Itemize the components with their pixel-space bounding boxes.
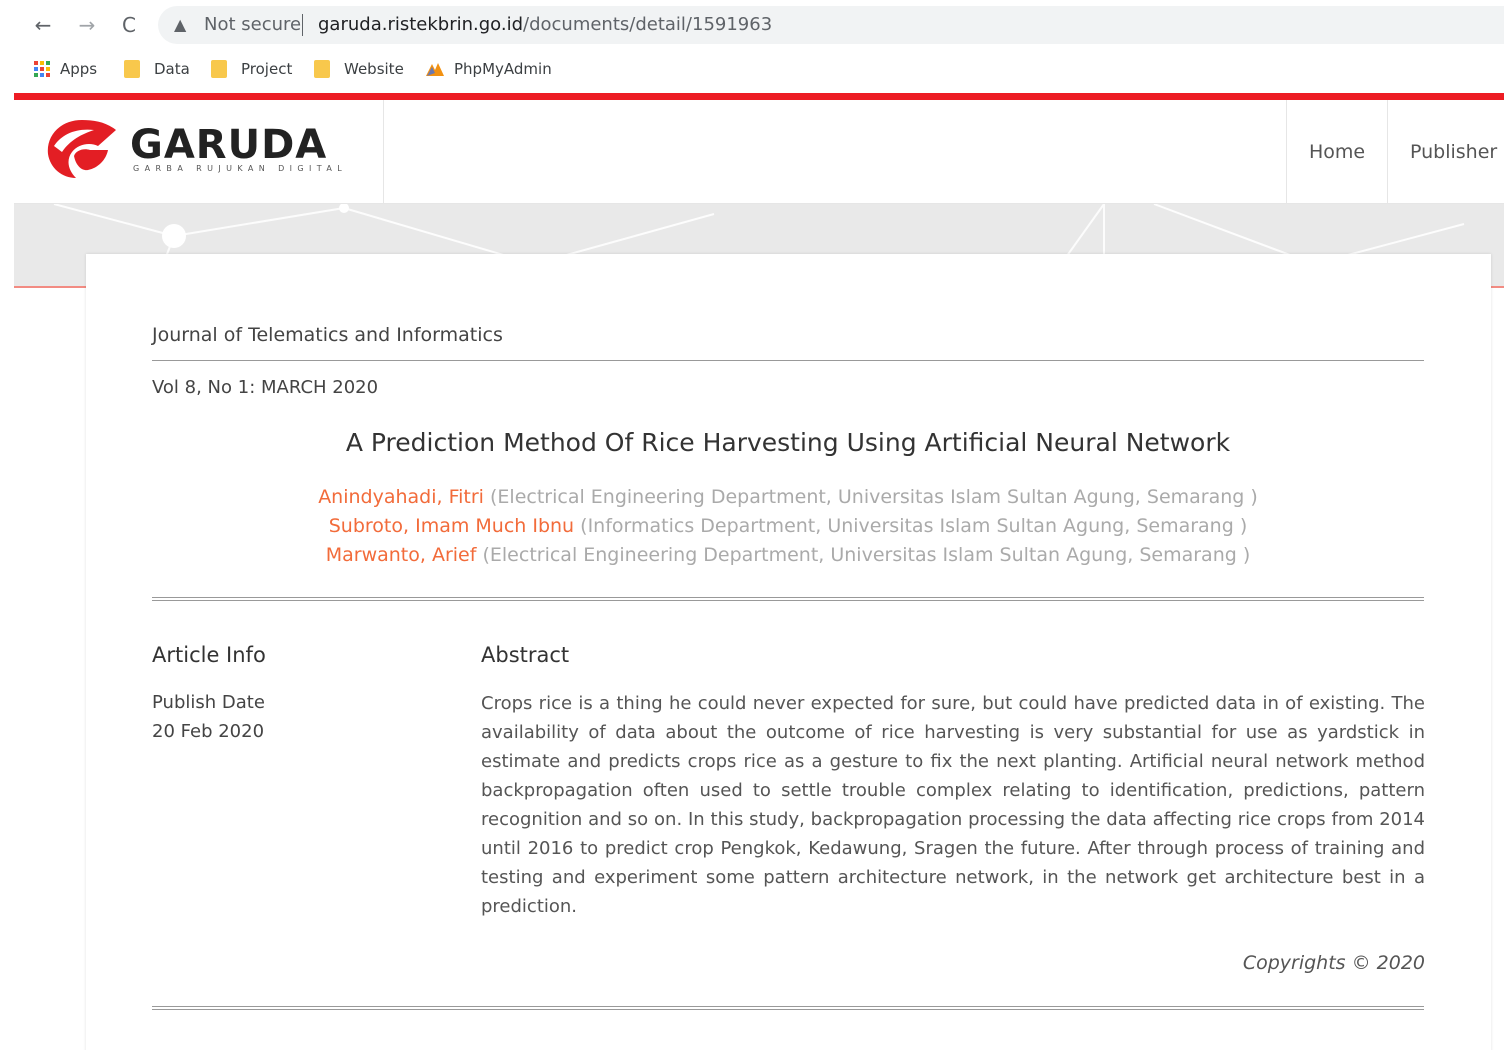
bookmark-project[interactable]: Project — [211, 58, 292, 80]
bookmark-label: Apps — [60, 60, 98, 78]
nav-home[interactable]: Home — [1286, 100, 1388, 204]
author-affiliation: (Informatics Department, Universitas Isl… — [580, 515, 1248, 537]
warning-icon[interactable]: ▲ — [174, 15, 186, 34]
security-status[interactable]: Not secure — [204, 14, 301, 35]
author-affiliation: (Electrical Engineering Department, Univ… — [490, 486, 1258, 508]
url-path: /documents/detail/1591963 — [523, 14, 773, 35]
author-affiliation: (Electrical Engineering Department, Univ… — [482, 544, 1251, 566]
omnibox-separator — [302, 14, 303, 36]
bookmark-label: Data — [154, 60, 190, 78]
back-arrow-icon[interactable]: ← — [30, 12, 56, 38]
garuda-bird-icon — [47, 120, 116, 178]
abstract-text: Crops rice is a thing he could never exp… — [481, 693, 1425, 917]
bookmark-website[interactable]: Website — [314, 58, 404, 80]
author-name[interactable]: Subroto, Imam Much Ibnu — [329, 515, 574, 537]
url-host: garuda.ristekbrin.go.id — [318, 14, 524, 35]
double-divider — [152, 597, 1424, 601]
omnibox[interactable]: ▲ Not secure garuda.ristekbrin.go.id/doc… — [158, 6, 1504, 44]
author-name[interactable]: Marwanto, Arief — [326, 544, 477, 566]
author-entry: Anindyahadi, Fitri (Electrical Engineeri… — [152, 483, 1424, 512]
bookmark-data[interactable]: Data — [124, 58, 190, 80]
author-entry: Subroto, Imam Much Ibnu (Informatics Dep… — [152, 512, 1424, 541]
publish-date-label: Publish Date — [152, 692, 265, 713]
publish-date-value: 20 Feb 2020 — [152, 721, 265, 742]
logo-text: GARUDA — [130, 122, 328, 168]
nav-publisher[interactable]: Publisher — [1410, 100, 1497, 204]
divider — [152, 360, 1424, 361]
bookmark-apps[interactable]: Apps — [34, 58, 97, 80]
article-info-heading: Article Info — [152, 643, 266, 667]
author-name[interactable]: Anindyahadi, Fitri — [318, 486, 484, 508]
article-card — [86, 254, 1491, 1050]
logo-subtitle: GARBA RUJUKAN DIGITAL — [133, 164, 348, 173]
folder-icon — [314, 60, 330, 78]
url-text[interactable]: garuda.ristekbrin.go.id/documents/detail… — [318, 14, 772, 35]
article-title: A Prediction Method Of Rice Harvesting U… — [345, 428, 1231, 457]
volume-issue[interactable]: Vol 8, No 1: MARCH 2020 — [152, 377, 378, 398]
folder-icon — [211, 60, 227, 78]
bookmark-label: Website — [344, 60, 404, 78]
author-entry: Marwanto, Arief (Electrical Engineering … — [152, 541, 1424, 570]
phpmyadmin-icon — [426, 63, 444, 76]
bookmark-label: Project — [241, 60, 293, 78]
garuda-logo[interactable]: GARUDA GARBA RUJUKAN DIGITAL — [14, 100, 384, 204]
bookmarks-bar: Apps Data Project Website PhpMyAdmin — [0, 50, 1504, 88]
author-list: Anindyahadi, Fitri (Electrical Engineeri… — [152, 483, 1424, 570]
folder-icon — [124, 60, 140, 78]
bookmark-phpmyadmin[interactable]: PhpMyAdmin — [424, 58, 552, 80]
bookmark-label: PhpMyAdmin — [454, 60, 552, 78]
browser-toolbar: ← → C ▲ Not secure garuda.ristekbrin.go.… — [0, 0, 1504, 50]
site-header: GARUDA GARBA RUJUKAN DIGITAL Home Publis… — [14, 100, 1504, 204]
abstract-heading: Abstract — [481, 643, 570, 667]
apps-grid-icon — [34, 61, 50, 77]
forward-arrow-icon[interactable]: → — [74, 12, 100, 38]
copyright-text: Copyrights © 2020 — [1242, 952, 1425, 974]
journal-name[interactable]: Journal of Telematics and Informatics — [152, 324, 503, 346]
double-divider — [152, 1006, 1424, 1010]
site-accent-bar — [14, 93, 1504, 100]
reload-icon[interactable]: C — [116, 12, 142, 38]
